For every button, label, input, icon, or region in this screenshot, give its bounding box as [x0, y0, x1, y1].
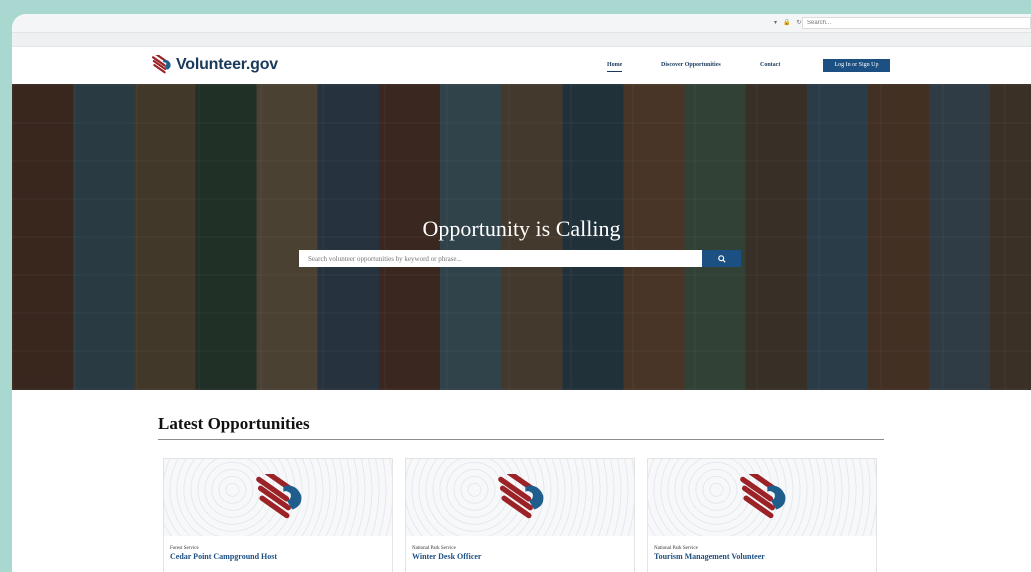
- site-header: Volunteer.gov Home Discover Opportunitie…: [12, 48, 1031, 84]
- latest-opportunities-heading: Latest Opportunities: [158, 414, 310, 433]
- lock-icon[interactable]: 🔒: [783, 19, 792, 26]
- card-agency: National Park Service: [412, 546, 456, 551]
- browser-toolbar-icons: ▾ 🔒 ↻: [774, 19, 803, 26]
- nav-home[interactable]: Home: [607, 62, 623, 72]
- hero-banner: Opportunity is Calling: [12, 84, 1031, 390]
- card-agency: National Park Service: [654, 546, 698, 551]
- card-image: [406, 459, 634, 536]
- opportunity-card[interactable]: National Park Service Winter Desk Office…: [405, 458, 635, 572]
- volunteer-hands-logo-icon: [256, 473, 302, 518]
- browser-bookmarks-bar: [12, 32, 1031, 46]
- opportunity-card[interactable]: Forest Service Cedar Point Campground Ho…: [163, 458, 393, 572]
- nav-discover-opportunities[interactable]: Discover Opportunities: [661, 62, 721, 68]
- nav-contact[interactable]: Contact: [760, 62, 780, 68]
- section-divider: [158, 439, 884, 440]
- browser-toolbar: ▾ 🔒 ↻: [12, 14, 1031, 47]
- card-title-link[interactable]: Tourism Management Volunteer: [654, 552, 765, 561]
- site-logo[interactable]: Volunteer.gov: [150, 55, 278, 75]
- dropdown-icon[interactable]: ▾: [774, 19, 779, 26]
- login-signup-button[interactable]: Log In or Sign Up: [823, 59, 890, 72]
- card-image: [164, 459, 392, 536]
- browser-window: ▾ 🔒 ↻ Volunteer.gov Home Discover Opport…: [12, 14, 1031, 572]
- opportunity-card[interactable]: National Park Service Tourism Management…: [647, 458, 877, 572]
- browser-search-input[interactable]: [802, 17, 1031, 29]
- opportunity-search-input[interactable]: [299, 250, 702, 267]
- volunteer-hands-logo-icon: [740, 473, 786, 518]
- card-agency: Forest Service: [170, 546, 199, 551]
- search-button[interactable]: [702, 250, 741, 267]
- hero-title: Opportunity is Calling: [422, 216, 621, 241]
- volunteer-hands-logo-icon: [498, 473, 544, 518]
- volunteer-hands-logo-icon: [151, 55, 171, 74]
- search-icon: [717, 254, 726, 263]
- card-title-link[interactable]: Cedar Point Campground Host: [170, 552, 277, 561]
- card-title-link[interactable]: Winter Desk Officer: [412, 552, 481, 561]
- logo-text: Volunteer.gov: [176, 56, 279, 73]
- card-image: [648, 459, 876, 536]
